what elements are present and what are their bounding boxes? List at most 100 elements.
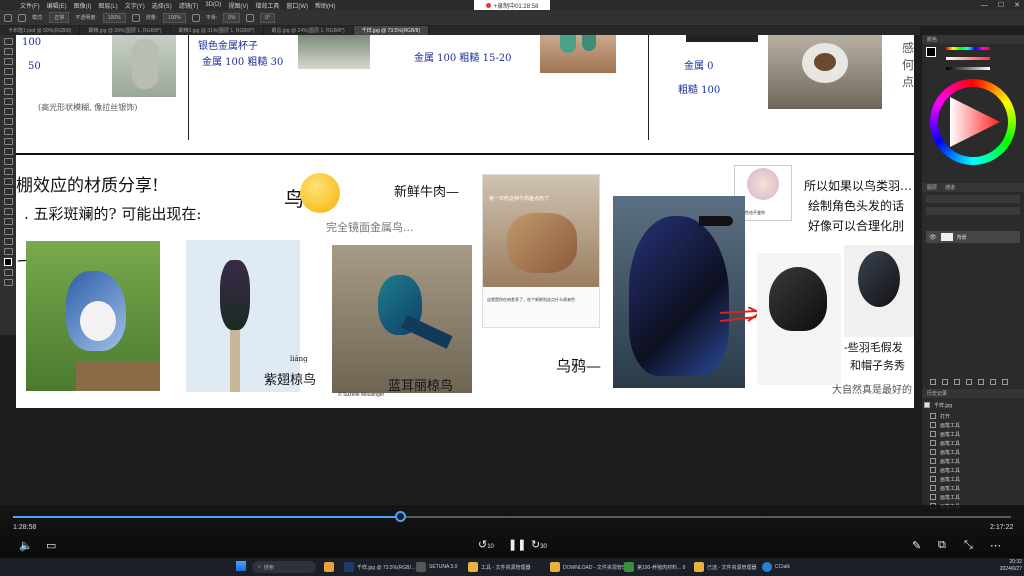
system-clock[interactable]: 20:32 2024/6/27 bbox=[988, 559, 1022, 573]
link-icon[interactable] bbox=[930, 379, 936, 385]
menu-item[interactable]: 选择(S) bbox=[152, 1, 172, 10]
more-options-icon[interactable]: ⋯ bbox=[990, 539, 1001, 552]
history-item[interactable]: 画笔工具 bbox=[930, 421, 1020, 429]
color-tab[interactable]: 颜色 bbox=[927, 36, 937, 43]
crop-tool-icon[interactable] bbox=[3, 78, 13, 85]
menu-item[interactable]: 视图(V) bbox=[228, 1, 248, 10]
blend-mode-bar[interactable] bbox=[926, 207, 1020, 215]
eye-icon[interactable]: 👁 bbox=[929, 234, 937, 241]
hue-slider[interactable] bbox=[946, 47, 990, 50]
miniplayer-icon[interactable]: ⧉ bbox=[938, 539, 946, 552]
dodge-tool-icon[interactable] bbox=[3, 178, 13, 185]
brightness-slider[interactable] bbox=[946, 67, 990, 70]
menu-item[interactable]: 窗口(W) bbox=[286, 1, 308, 10]
maximize-icon[interactable]: ☐ bbox=[998, 1, 1004, 9]
color-wheel[interactable] bbox=[930, 79, 1016, 165]
menu-item[interactable]: 3D(D) bbox=[205, 2, 221, 8]
frame-tool-icon[interactable] bbox=[3, 88, 13, 95]
hand-tool-icon[interactable] bbox=[3, 228, 13, 235]
windows-start-icon[interactable] bbox=[236, 561, 246, 571]
files-icon[interactable] bbox=[324, 562, 334, 572]
path-select-tool-icon[interactable] bbox=[3, 208, 13, 215]
recording-badge[interactable]: +录制中01:28:58 bbox=[474, 0, 550, 10]
gradient-tool-icon[interactable] bbox=[3, 158, 13, 165]
history-item[interactable]: 画笔工具 bbox=[930, 439, 1020, 447]
menu-item[interactable]: 滤镜(T) bbox=[179, 1, 199, 10]
adjustment-icon[interactable] bbox=[966, 379, 972, 385]
history-brush-tool-icon[interactable] bbox=[3, 138, 13, 145]
history-item[interactable]: 画笔工具 bbox=[930, 493, 1020, 501]
menu-item[interactable]: 图像(I) bbox=[74, 1, 92, 10]
pause-button[interactable]: ❚❚ bbox=[508, 538, 526, 551]
volume-icon[interactable]: 🔈 bbox=[19, 539, 33, 552]
doc-tab[interactable]: 霸总.jpg @ 24%(图层 1, RGB/8*) bbox=[264, 26, 354, 35]
history-snapshot[interactable]: 千样.jpg bbox=[924, 401, 1014, 409]
doc-tab[interactable]: 霸精.jpg @ 29%(图层 1, RGB/8*) bbox=[80, 26, 171, 35]
taskbar-app-setuna[interactable]: SETUNA 3.0 bbox=[416, 560, 457, 574]
layer-filter-bar[interactable] bbox=[926, 195, 1020, 203]
brush-tool-icon[interactable] bbox=[3, 118, 13, 125]
taskbar-app-explorer2[interactable]: 已选 - 文件资源管理器 bbox=[694, 560, 756, 574]
gear-icon[interactable] bbox=[246, 13, 255, 22]
pressure-opacity-icon[interactable] bbox=[131, 13, 140, 22]
opacity-field[interactable]: 100% bbox=[102, 12, 126, 23]
lasso-tool-icon[interactable] bbox=[3, 58, 13, 65]
layer-row[interactable]: 👁 背景 bbox=[926, 231, 1020, 243]
history-item[interactable]: 画笔工具 bbox=[930, 475, 1020, 483]
taskbar-search[interactable]: ⌕ 搜索 bbox=[252, 561, 316, 573]
quick-select-tool-icon[interactable] bbox=[3, 68, 13, 75]
seek-handle[interactable] bbox=[394, 511, 406, 522]
angle-field[interactable]: 0° bbox=[260, 12, 276, 23]
menu-item[interactable]: 文字(Y) bbox=[125, 1, 145, 10]
pen-icon[interactable]: ✎ bbox=[912, 539, 921, 552]
brush-preset-icon[interactable] bbox=[18, 13, 26, 22]
layers-tab[interactable]: 图层 bbox=[927, 184, 937, 191]
menu-item[interactable]: 文件(F) bbox=[20, 1, 40, 10]
smooth-field[interactable]: 0% bbox=[223, 12, 241, 23]
doc-tab[interactable]: 卡布隆1.psd @ 50%(RGB/8) bbox=[0, 26, 81, 35]
taskbar-app-explorer[interactable]: 工具 - 文件资源管理器 bbox=[468, 560, 530, 574]
history-item[interactable]: 画笔工具 bbox=[930, 466, 1020, 474]
color-triangle[interactable] bbox=[944, 93, 1002, 151]
menu-item[interactable]: 增效工具 bbox=[255, 1, 279, 10]
fx-icon[interactable] bbox=[942, 379, 948, 385]
taskbar-app-photoshop[interactable]: 千样.jpg @ 73.5%(RGB/... bbox=[344, 560, 415, 574]
menu-item[interactable]: 编辑(E) bbox=[47, 1, 67, 10]
history-item[interactable]: 打开 bbox=[930, 412, 1020, 420]
document-canvas[interactable]: 100 50 (高光形状模糊, 像拉丝银饰) 银色金属杯子 金属 100 粗糙 … bbox=[16, 35, 914, 408]
close-icon[interactable]: ✕ bbox=[1014, 1, 1020, 9]
quick-mask-icon[interactable] bbox=[3, 269, 13, 276]
stamp-tool-icon[interactable] bbox=[3, 128, 13, 135]
trash-icon[interactable] bbox=[1002, 379, 1008, 385]
channels-tab[interactable]: 通道 bbox=[945, 184, 955, 191]
type-tool-icon[interactable] bbox=[3, 198, 13, 205]
eraser-tool-icon[interactable] bbox=[3, 148, 13, 155]
move-tool-icon[interactable] bbox=[3, 38, 13, 45]
eyedropper-tool-icon[interactable] bbox=[3, 98, 13, 105]
minimize-icon[interactable]: — bbox=[981, 2, 988, 9]
forward-30-button[interactable]: ↻30 bbox=[531, 538, 547, 551]
taskbar-app-download[interactable]: DOWNLOAD - 文件资源管理器 bbox=[550, 560, 632, 574]
more-tools-icon[interactable] bbox=[3, 248, 13, 255]
doc-tab-active[interactable]: 千样.jpg @ 73.5%(RGB/8) bbox=[353, 26, 430, 35]
new-layer-icon[interactable] bbox=[990, 379, 996, 385]
pen-tool-icon[interactable] bbox=[3, 188, 13, 195]
taskbar-app-cctalk[interactable]: CCtalk bbox=[762, 560, 790, 574]
subtitles-icon[interactable]: ▭ bbox=[46, 539, 56, 552]
history-item[interactable]: 画笔工具 bbox=[930, 430, 1020, 438]
history-item[interactable]: 画笔工具 bbox=[930, 484, 1020, 492]
airbrush-icon[interactable] bbox=[191, 13, 200, 22]
menu-item[interactable]: 图层(L) bbox=[98, 1, 117, 10]
screen-mode-icon[interactable] bbox=[3, 279, 13, 286]
doc-tab[interactable]: 霸精2.jpg @ 31%(图层 1, RGB/8*) bbox=[171, 26, 264, 35]
folder-icon[interactable] bbox=[978, 379, 984, 385]
home-icon[interactable] bbox=[4, 13, 12, 22]
fg-color-swatch[interactable] bbox=[926, 47, 936, 57]
blur-tool-icon[interactable] bbox=[3, 168, 13, 175]
rewind-10-button[interactable]: ↺10 bbox=[478, 538, 494, 551]
zoom-tool-icon[interactable] bbox=[3, 238, 13, 245]
mask-icon[interactable] bbox=[954, 379, 960, 385]
history-tab[interactable]: 历史记录 bbox=[927, 390, 947, 397]
shape-tool-icon[interactable] bbox=[3, 218, 13, 225]
history-item[interactable]: 画笔工具 bbox=[930, 448, 1020, 456]
